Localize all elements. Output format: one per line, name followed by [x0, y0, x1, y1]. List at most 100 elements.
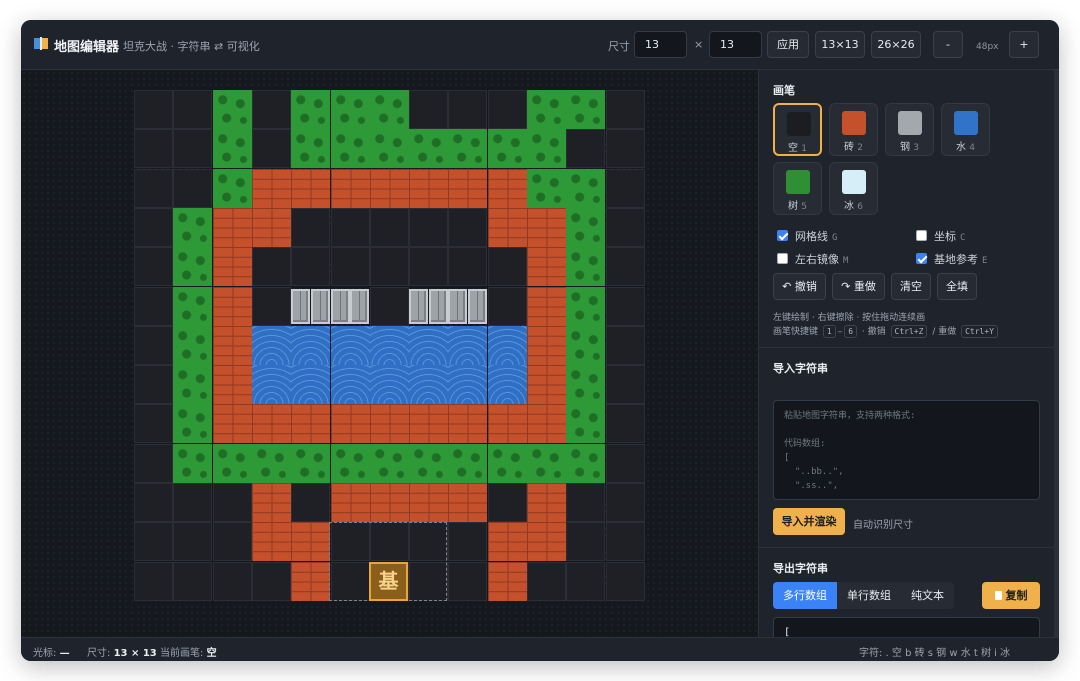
map-cell-tree[interactable] [330, 90, 370, 129]
map-cell-water[interactable] [369, 325, 409, 365]
map-cell-tree[interactable] [173, 404, 213, 444]
tab-plain-text[interactable]: 纯文本 [901, 582, 954, 609]
brush-steel[interactable]: 钢 3 [885, 103, 934, 156]
map-cell-steel[interactable] [428, 288, 448, 324]
map-cell-empty[interactable] [173, 168, 213, 208]
coords-toggle[interactable]: 坐标 C [916, 228, 965, 244]
map-grid[interactable]: 基 [134, 90, 646, 601]
map-cell-tree[interactable] [487, 443, 527, 483]
map-cell-brick[interactable] [527, 325, 566, 365]
mirror-checkbox[interactable] [777, 253, 788, 264]
map-cell-water[interactable] [330, 325, 370, 365]
map-cell-tree[interactable] [369, 90, 409, 129]
map-cell-tree[interactable] [212, 129, 252, 169]
map-cell-tree[interactable] [173, 247, 213, 287]
map-cell-empty[interactable] [566, 522, 606, 562]
map-cell-tree[interactable] [566, 325, 606, 365]
coords-checkbox[interactable] [916, 230, 927, 241]
map-cell-brick[interactable] [409, 404, 449, 444]
map-cell-brick[interactable] [251, 168, 291, 208]
map-cell-empty[interactable] [605, 168, 645, 208]
map-cell-empty[interactable] [605, 286, 645, 326]
redo-button[interactable]: ↷ 重做 [832, 273, 885, 300]
map-cell-tree[interactable] [173, 286, 213, 326]
map-cell-empty[interactable] [605, 247, 645, 287]
map-cell-brick[interactable] [369, 483, 409, 522]
map-cell-empty[interactable] [212, 522, 252, 562]
map-cell-brick[interactable] [448, 168, 488, 208]
map-cell-empty[interactable] [487, 90, 527, 129]
map-cell-tree[interactable] [409, 129, 449, 169]
map-cell-empty[interactable] [251, 561, 291, 601]
map-cell-empty[interactable] [487, 247, 527, 287]
import-textarea[interactable]: 粘贴地图字符串，支持两种格式: 代码数组: [ "..bb..", ".ss..… [773, 400, 1040, 500]
brush-empty[interactable]: 空 1 [773, 103, 822, 156]
map-cell-empty[interactable] [605, 90, 645, 129]
map-cell-tree[interactable] [330, 443, 370, 483]
map-cell-empty[interactable] [409, 207, 449, 247]
map-cell-tree[interactable] [251, 443, 291, 483]
brush-brick[interactable]: 砖 2 [829, 103, 878, 156]
tab-multiline[interactable]: 多行数组 [773, 582, 837, 609]
brush-tree[interactable]: 树 5 [773, 162, 822, 215]
map-cell-brick[interactable] [409, 483, 449, 522]
map-cell-brick[interactable] [487, 561, 527, 601]
map-cell-tree[interactable] [212, 443, 252, 483]
map-cell-steel[interactable] [350, 288, 369, 324]
map-cell-tree[interactable] [212, 168, 252, 208]
clear-button[interactable]: 清空 [891, 273, 931, 300]
map-cell-empty[interactable] [487, 286, 527, 326]
map-cell-tree[interactable] [527, 129, 566, 169]
map-cell-brick[interactable] [487, 522, 527, 562]
map-cell-empty[interactable] [605, 443, 645, 483]
map-cell-water[interactable] [291, 325, 331, 365]
map-cell-empty[interactable] [251, 247, 291, 287]
map-cell-tree[interactable] [566, 168, 606, 208]
map-cell-empty[interactable] [291, 207, 331, 247]
map-cell-tree[interactable] [566, 207, 606, 247]
map-cell-empty[interactable] [448, 561, 488, 601]
map-cell-brick[interactable] [251, 522, 291, 562]
map-cell-brick[interactable] [527, 522, 566, 562]
map-cell-water[interactable] [409, 325, 449, 365]
map-cell-tree[interactable] [291, 129, 331, 169]
map-cell-tree[interactable] [566, 404, 606, 444]
map-cell-empty[interactable] [605, 365, 645, 405]
map-cell-brick[interactable] [487, 404, 527, 444]
map-cell-empty[interactable] [251, 129, 291, 169]
height-input[interactable]: 13 [709, 31, 762, 58]
map-cell-brick[interactable] [409, 168, 449, 208]
brush-water[interactable]: 水 4 [941, 103, 990, 156]
map-cell-empty[interactable] [448, 207, 488, 247]
zoom-in-button[interactable]: + [1009, 31, 1039, 58]
import-render-button[interactable]: 导入并渲染 [773, 508, 845, 535]
map-cell-empty[interactable] [134, 325, 173, 365]
map-cell-tree[interactable] [527, 168, 566, 208]
map-cell-brick[interactable] [487, 207, 527, 247]
map-cell-empty[interactable] [134, 286, 173, 326]
map-cell-brick[interactable] [527, 483, 566, 522]
map-cell-steel[interactable] [330, 288, 350, 324]
map-cell-empty[interactable] [605, 483, 645, 522]
map-cell-empty[interactable] [134, 483, 173, 522]
map-cell-brick[interactable] [448, 404, 488, 444]
map-cell-tree[interactable] [448, 443, 488, 483]
map-cell-tree[interactable] [173, 443, 213, 483]
preset-13-button[interactable]: 13×13 [815, 31, 865, 58]
map-cell-brick[interactable] [212, 207, 252, 247]
map-cell-brick[interactable] [330, 483, 370, 522]
map-cell-tree[interactable] [527, 443, 566, 483]
map-cell-empty[interactable] [330, 247, 370, 287]
map-cell-empty[interactable] [566, 483, 606, 522]
map-cell-brick[interactable] [291, 168, 331, 208]
map-cell-brick[interactable] [251, 207, 291, 247]
map-cell-tree[interactable] [409, 443, 449, 483]
map-cell-tree[interactable] [369, 129, 409, 169]
map-cell-empty[interactable] [251, 286, 291, 326]
map-cell-water[interactable] [330, 365, 370, 405]
map-cell-steel[interactable] [291, 288, 311, 324]
map-cell-brick[interactable] [291, 404, 331, 444]
map-cell-empty[interactable] [369, 286, 409, 326]
map-cell-empty[interactable] [173, 90, 213, 129]
map-cell-tree[interactable] [291, 90, 331, 129]
